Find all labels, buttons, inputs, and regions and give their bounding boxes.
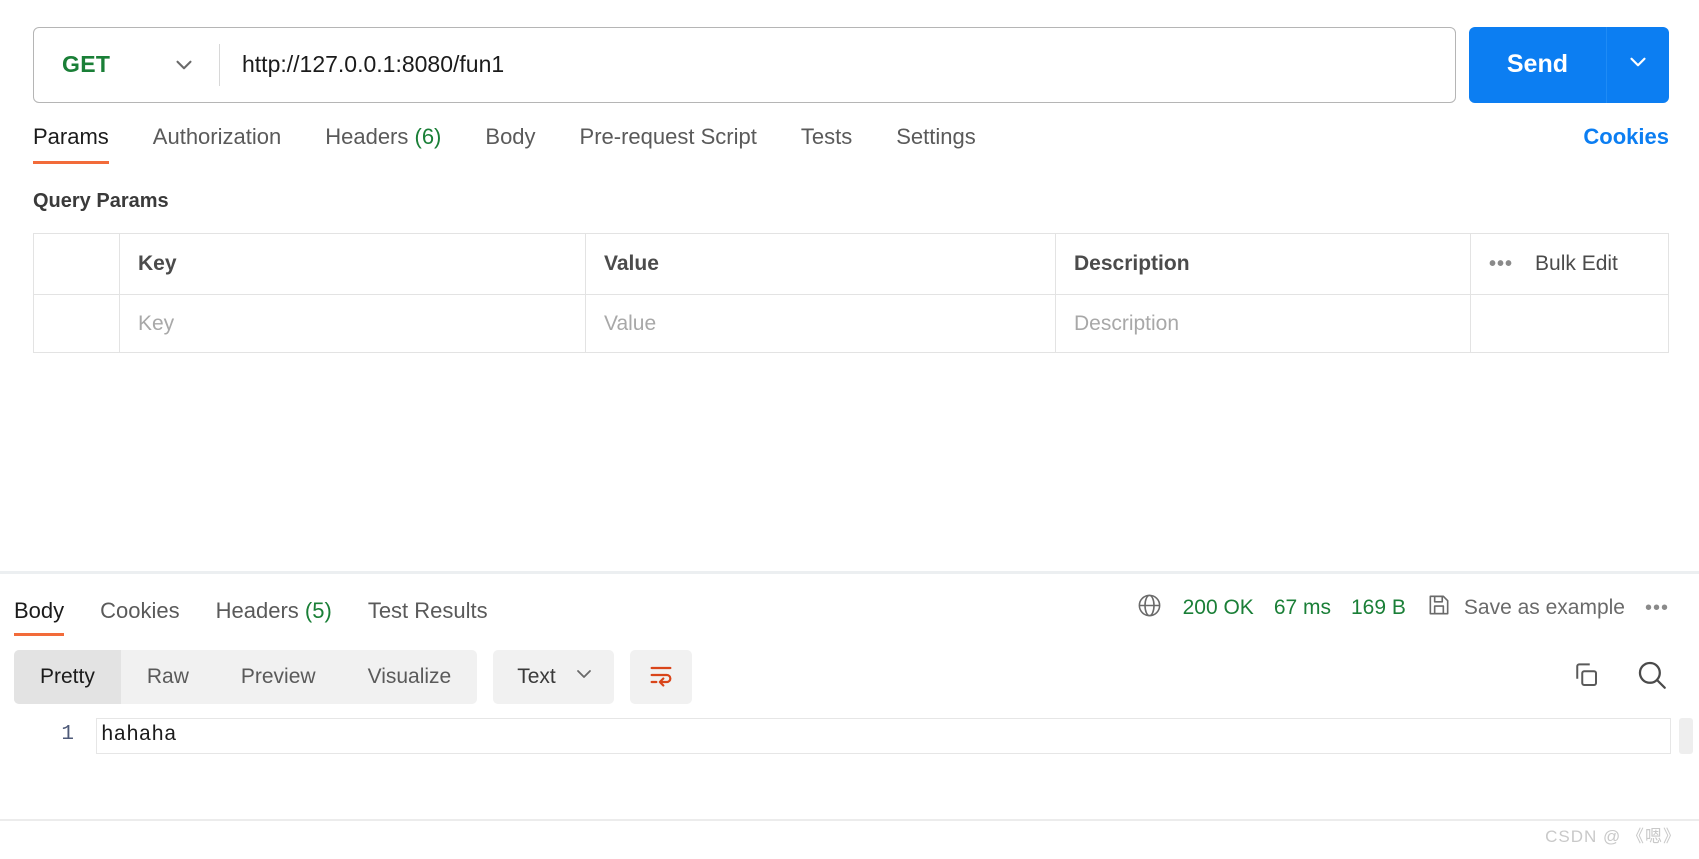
view-mode-preview[interactable]: Preview [215, 650, 342, 704]
chevron-down-icon [1625, 49, 1651, 80]
tab-label: Headers [325, 124, 409, 149]
tab-tests[interactable]: Tests [801, 124, 852, 164]
param-description-input[interactable]: Description [1056, 295, 1471, 352]
request-body-spacer [0, 353, 1699, 571]
wrap-text-button[interactable] [629, 650, 692, 704]
query-params-title: Query Params [33, 190, 169, 212]
response-size: 169 B [1351, 596, 1406, 619]
wrap-text-icon [647, 661, 675, 694]
tab-label: Body [485, 124, 536, 149]
tab-pre-request-script[interactable]: Pre-request Script [580, 124, 757, 164]
table-row: Key Value Description [34, 295, 1668, 352]
chevron-down-icon [572, 662, 596, 692]
send-button[interactable]: Send [1468, 26, 1606, 103]
search-icon [1635, 658, 1669, 697]
watermark: CSDN @ 《嗯》 [1545, 827, 1681, 846]
url-box: GET http://127.0.0.1:8080/fun1 [33, 26, 1456, 103]
tab-params[interactable]: Params [33, 124, 109, 164]
tab-authorization[interactable]: Authorization [153, 124, 281, 164]
tab-label: Settings [896, 124, 976, 149]
param-value-input[interactable]: Value [586, 295, 1056, 352]
response-time: 67 ms [1273, 596, 1331, 619]
ellipsis-icon[interactable]: ••• [1489, 253, 1513, 276]
url-input[interactable]: http://127.0.0.1:8080/fun1 [220, 28, 1455, 102]
tab-count: (6) [414, 124, 442, 149]
view-mode-segmented-control: Pretty Raw Preview Visualize [14, 650, 478, 704]
request-bar: GET http://127.0.0.1:8080/fun1 Send [0, 0, 1699, 103]
tab-label: Headers [215, 598, 299, 623]
row-tools-cell [1471, 295, 1668, 352]
select-all-checkbox-cell[interactable] [34, 234, 120, 294]
table-tools-cell: ••• Bulk Edit [1471, 234, 1668, 294]
tab-label: Tests [800, 124, 853, 149]
floppy-disk-icon [1426, 592, 1452, 624]
search-button[interactable] [1635, 658, 1669, 697]
tab-count: (5) [304, 598, 332, 623]
tab-settings[interactable]: Settings [896, 124, 976, 164]
copy-button[interactable] [1571, 660, 1601, 695]
response-tab-headers[interactable]: Headers (5) [216, 598, 332, 636]
bulk-edit-button[interactable]: Bulk Edit [1535, 252, 1618, 276]
column-header-value: Value [586, 234, 1056, 294]
line-content[interactable]: hahaha [96, 718, 1671, 754]
line-number: 1 [61, 723, 74, 746]
param-key-input[interactable]: Key [120, 295, 586, 352]
http-method-label: GET [62, 51, 111, 77]
tab-label: Test Results [367, 598, 488, 623]
code-line: 1 hahaha [0, 718, 1699, 754]
body-toolbar-right [1571, 658, 1669, 697]
response-tab-bar: Body Cookies Headers (5) Test Results 20… [0, 574, 1699, 636]
cookies-link[interactable]: Cookies [1583, 124, 1669, 164]
save-as-example-label: Save as example [1463, 596, 1625, 619]
send-options-button[interactable] [1607, 26, 1669, 103]
vertical-scrollbar[interactable] [1679, 718, 1693, 754]
tab-headers[interactable]: Headers (6) [325, 124, 441, 164]
chevron-down-icon [171, 52, 197, 78]
tab-label: Authorization [152, 124, 282, 149]
tab-label: Pre-request Script [579, 124, 757, 149]
ellipsis-icon[interactable]: ••• [1645, 597, 1669, 620]
bottom-divider [0, 819, 1699, 821]
tab-label: Cookies [100, 598, 180, 623]
http-method-select[interactable]: GET [34, 28, 219, 102]
tab-label: Body [14, 598, 65, 623]
tab-body[interactable]: Body [485, 124, 535, 164]
request-tab-bar: Params Authorization Headers (6) Body Pr… [0, 102, 1699, 164]
format-select-label: Text [517, 665, 556, 688]
save-as-example-button[interactable]: Save as example [1426, 592, 1625, 624]
response-tab-body[interactable]: Body [14, 598, 65, 636]
query-params-table: Key Value Description ••• Bulk Edit Key … [33, 233, 1669, 353]
view-mode-visualize[interactable]: Visualize [342, 650, 478, 704]
table-header-row: Key Value Description ••• Bulk Edit [34, 234, 1668, 295]
response-tab-cookies[interactable]: Cookies [100, 598, 179, 636]
status-badge: 200 OK [1182, 596, 1254, 619]
postman-window: GET http://127.0.0.1:8080/fun1 Send Para… [0, 0, 1699, 859]
copy-icon [1571, 660, 1601, 695]
response-tab-test-results[interactable]: Test Results [368, 598, 488, 636]
format-select[interactable]: Text [493, 650, 614, 704]
tab-label: Params [33, 124, 109, 149]
send-group: Send [1468, 26, 1669, 103]
response-meta: 200 OK 67 ms 169 B Save as example ••• [1136, 592, 1669, 636]
column-header-key: Key [120, 234, 586, 294]
view-mode-raw[interactable]: Raw [121, 650, 215, 704]
response-body-code: 1 hahaha [0, 706, 1699, 754]
globe-icon [1136, 592, 1163, 624]
view-mode-pretty[interactable]: Pretty [14, 650, 121, 704]
response-body-toolbar: Pretty Raw Preview Visualize Text [0, 636, 1699, 706]
row-checkbox-cell[interactable] [34, 295, 120, 352]
column-header-description: Description [1056, 234, 1471, 294]
